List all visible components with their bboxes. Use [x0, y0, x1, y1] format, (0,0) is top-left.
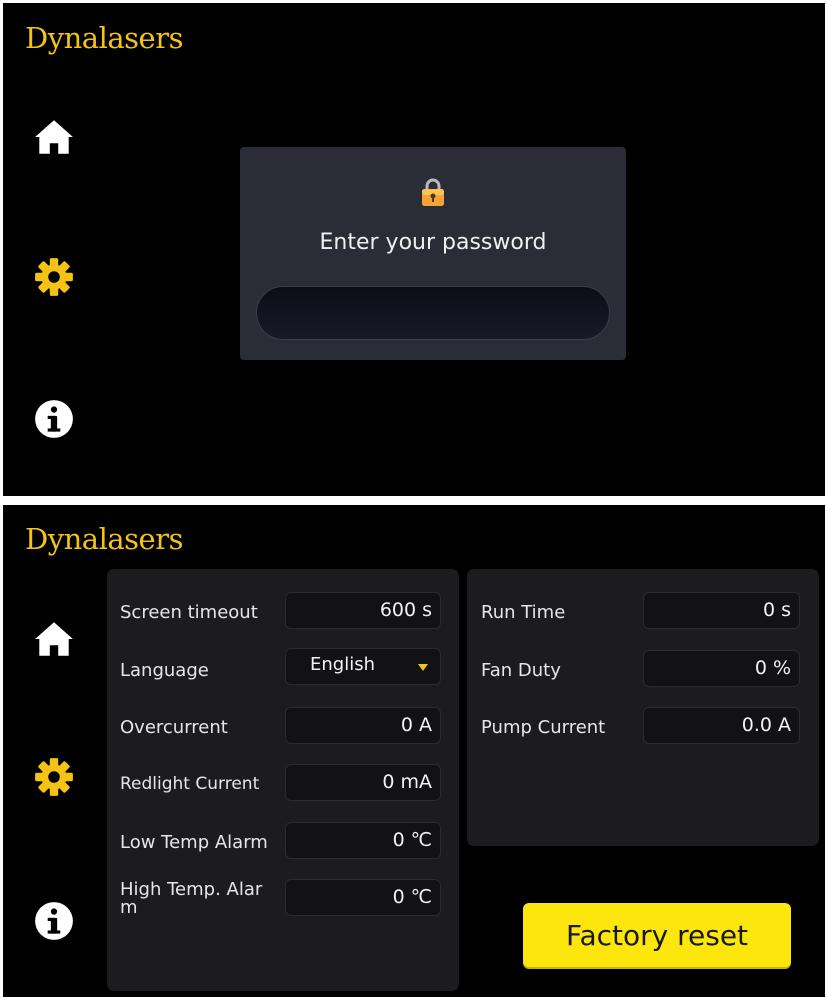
gear-icon[interactable]	[33, 756, 75, 798]
settings-screen: Dynalasers Screen timeout 600 s Language…	[3, 505, 825, 997]
password-prompt: Enter your password	[319, 230, 547, 255]
screen-timeout-label: Screen timeout	[120, 602, 258, 623]
redlight-current-label: Redlight Current	[120, 774, 260, 794]
redlight-current-field[interactable]: 0 mA	[285, 764, 441, 801]
fan-duty-label: Fan Duty	[481, 660, 561, 681]
high-temp-alarm-label: High Temp. Alar m	[120, 879, 263, 918]
password-input[interactable]	[256, 286, 610, 340]
brand-logo: Dynalasers	[25, 522, 183, 556]
settings-panel: Screen timeout 600 s Language English Ove…	[107, 569, 459, 991]
pump-current-field: 0.0 A	[643, 707, 800, 744]
low-temp-alarm-field[interactable]: 0 ℃	[285, 822, 441, 859]
fan-duty-field: 0%	[643, 650, 800, 687]
low-temp-alarm-label: Low Temp Alarm	[120, 832, 268, 853]
home-icon[interactable]	[33, 618, 75, 660]
high-temp-alarm-field[interactable]: 0 ℃	[285, 879, 441, 916]
home-icon[interactable]	[33, 116, 75, 158]
info-icon[interactable]	[33, 900, 75, 942]
overcurrent-label: Overcurrent	[120, 717, 228, 738]
run-time-field: 0s	[643, 592, 800, 629]
gear-icon[interactable]	[33, 256, 75, 298]
brand-logo: Dynalasers	[25, 21, 183, 55]
info-icon[interactable]	[33, 398, 75, 440]
lock-icon	[420, 177, 446, 207]
screen-timeout-field[interactable]: 600 s	[285, 592, 441, 629]
run-time-label: Run Time	[481, 602, 566, 623]
chevron-down-icon	[418, 664, 428, 671]
language-label: Language	[120, 660, 209, 681]
factory-reset-button[interactable]: Factory reset	[523, 903, 791, 967]
language-select[interactable]: English	[285, 648, 441, 685]
overcurrent-field[interactable]: 0A	[285, 707, 441, 744]
password-screen: Dynalasers Enter your password	[3, 3, 825, 496]
status-panel: Run Time 0s Fan Duty 0% Pump Current 0.0…	[467, 569, 819, 846]
password-dialog: Enter your password	[240, 147, 626, 360]
pump-current-label: Pump Current	[481, 717, 606, 738]
